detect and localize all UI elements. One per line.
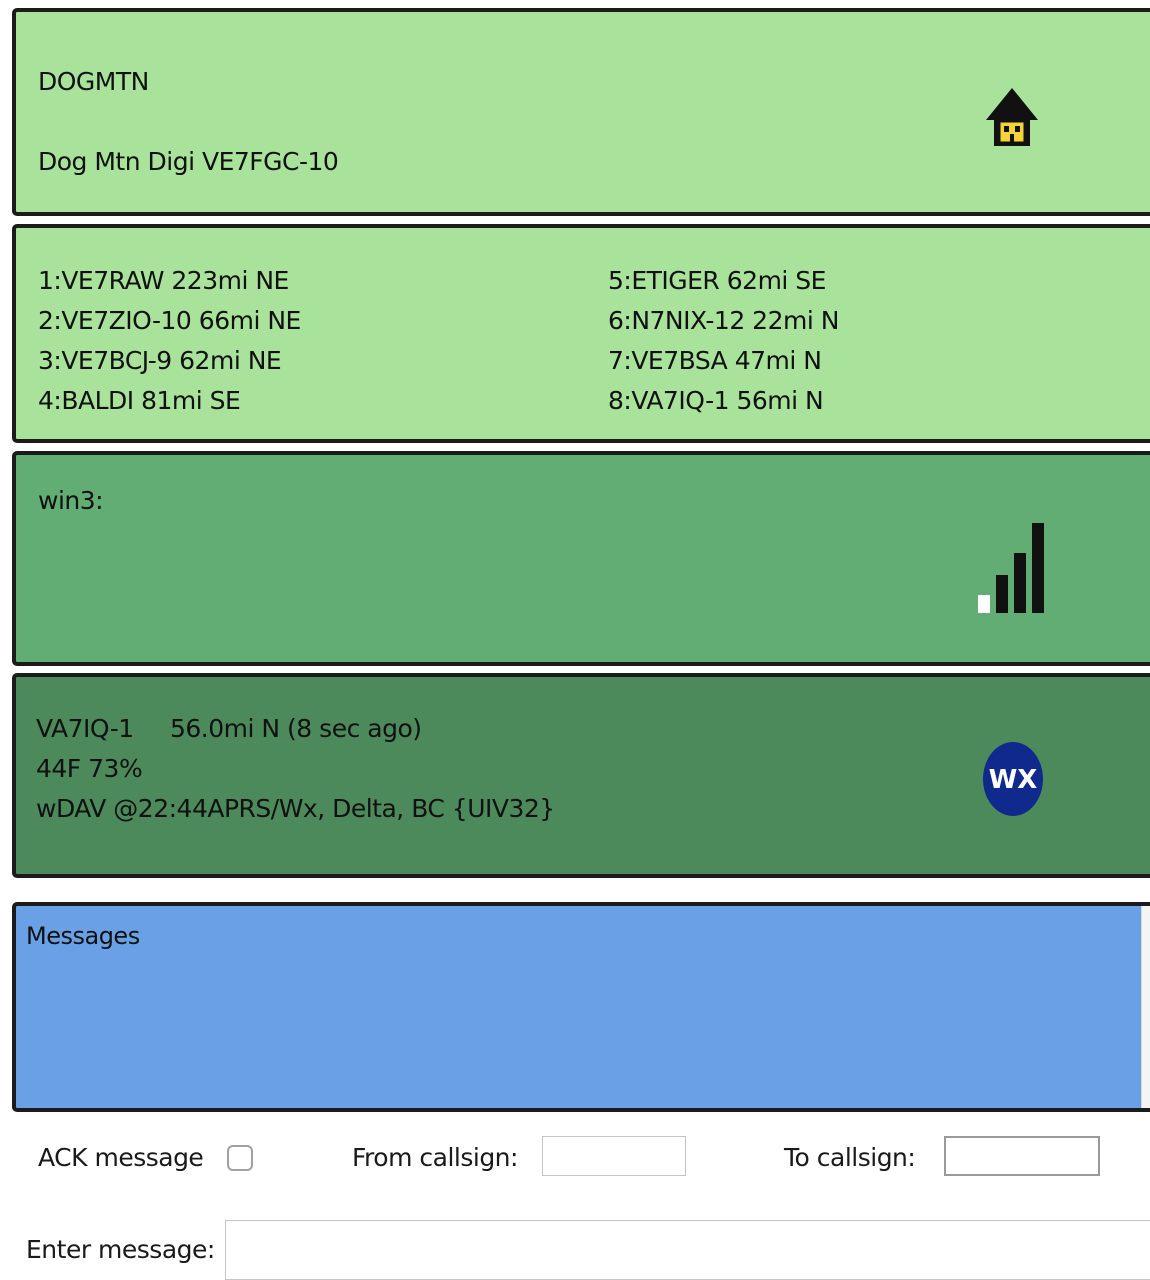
messages-scrollbar[interactable]: [1141, 906, 1150, 1108]
station-panel: DOGMTN Dog Mtn Digi VE7FGC-10: [12, 8, 1150, 216]
signal-strength-icon: [978, 523, 1044, 613]
list-item: 5:ETIGER 62mi SE: [608, 266, 826, 295]
enter-message-label: Enter message:: [26, 1235, 215, 1264]
nearby-list-left: 1:VE7RAW 223mi NE 2:VE7ZIO-10 66mi NE 3:…: [38, 261, 301, 421]
weather-distance: 56.0mi N (8 sec ago): [170, 714, 422, 743]
list-item: 8:VA7IQ-1 56mi N: [608, 386, 824, 415]
to-callsign-input[interactable]: [944, 1136, 1100, 1176]
weather-comment: wDAV @22:44APRS/Wx, Delta, BC {UIV32}: [36, 794, 555, 823]
weather-callsign: VA7IQ-1: [36, 714, 134, 743]
message-input[interactable]: [225, 1220, 1150, 1280]
station-description: Dog Mtn Digi VE7FGC-10: [38, 147, 339, 176]
list-item: 7:VE7BSA 47mi N: [608, 346, 822, 375]
list-item: 3:VE7BCJ-9 62mi NE: [38, 346, 282, 375]
to-callsign-label: To callsign:: [784, 1143, 916, 1172]
house-icon: [986, 88, 1038, 146]
nearby-stations-panel: 1:VE7RAW 223mi NE 2:VE7ZIO-10 66mi NE 3:…: [12, 224, 1150, 443]
list-item: 2:VE7ZIO-10 66mi NE: [38, 306, 301, 335]
nearby-list-right: 5:ETIGER 62mi SE 6:N7NIX-12 22mi N 7:VE7…: [608, 261, 839, 421]
wx-icon: WX: [983, 742, 1043, 816]
weather-header: VA7IQ-1 56.0mi N (8 sec ago): [36, 709, 422, 749]
messages-panel[interactable]: Messages: [12, 902, 1150, 1112]
weather-reading: 44F 73%: [36, 754, 143, 783]
list-item: 4:BALDI 81mi SE: [38, 386, 241, 415]
list-item: 6:N7NIX-12 22mi N: [608, 306, 839, 335]
ack-checkbox[interactable]: [227, 1145, 253, 1171]
svg-text:WX: WX: [989, 765, 1038, 795]
win3-label: win3:: [38, 486, 104, 515]
ack-label: ACK message: [38, 1143, 204, 1172]
messages-title: Messages: [26, 922, 140, 950]
from-callsign-label: From callsign:: [352, 1143, 518, 1172]
station-id: DOGMTN: [38, 67, 149, 96]
from-callsign-input[interactable]: [542, 1136, 686, 1176]
weather-panel: VA7IQ-1 56.0mi N (8 sec ago) 44F 73% wDAV…: [12, 673, 1150, 878]
win3-panel: win3:: [12, 451, 1150, 666]
list-item: 1:VE7RAW 223mi NE: [38, 266, 289, 295]
